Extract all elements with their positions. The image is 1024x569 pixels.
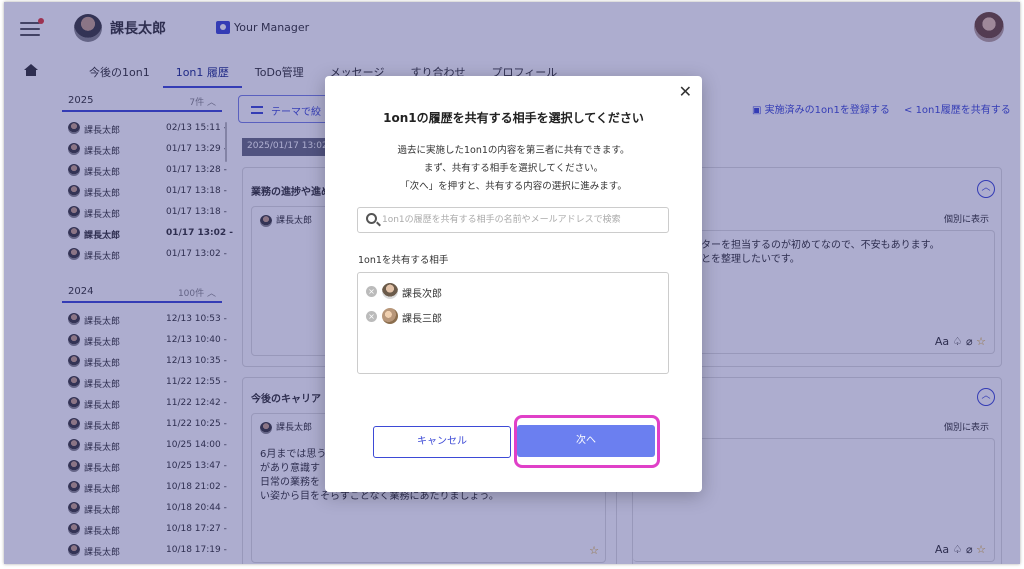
remove-icon[interactable]: × [366,311,377,322]
cancel-button[interactable]: キャンセル [373,426,511,458]
modal-description: 過去に実施した1on1の内容を第三者に共有できます。 まず、共有する相手を選択し… [397,145,630,192]
close-icon[interactable]: ✕ [679,82,692,101]
share-search [357,207,669,233]
search-icon [366,213,377,224]
search-input[interactable] [382,208,666,232]
remove-icon[interactable]: × [366,286,377,297]
share-target-label: 1on1を共有する相手 [358,255,449,266]
avatar [382,308,398,324]
app-window: 課長太郎 Your Manager 今後の1on1 1on1 履歴 ToDo管理… [4,2,1020,564]
avatar [382,283,398,299]
share-modal: ✕ 1on1の履歴を共有する相手を選択してください 過去に実施した1on1の内容… [325,76,702,492]
modal-title: 1on1の履歴を共有する相手を選択してください [383,111,644,125]
selected-people-box: × 課長次郎 × 課長三郎 [357,272,669,374]
next-button[interactable]: 次へ [517,425,655,457]
